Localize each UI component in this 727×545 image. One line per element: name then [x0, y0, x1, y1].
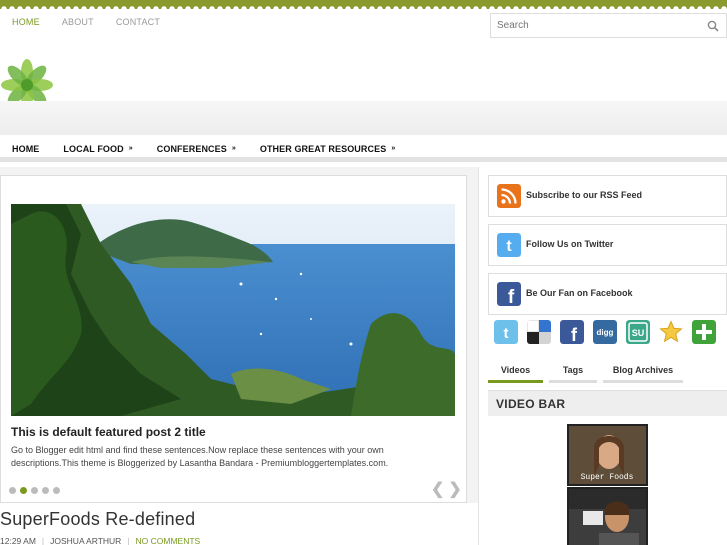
top-decorative-stripe: [0, 0, 727, 9]
submenu-indicator-icon: »: [391, 145, 396, 152]
svg-text:f: f: [508, 287, 515, 306]
add-plus-icon[interactable]: [692, 320, 716, 344]
featured-slider: This is default featured post 2 title Go…: [0, 175, 467, 503]
main-nav-item-conferences[interactable]: CONFERENCES »: [157, 144, 236, 154]
twitter-follow-box[interactable]: t Follow Us on Twitter: [488, 224, 727, 266]
top-nav: HOME ABOUT CONTACT: [12, 17, 182, 27]
meta-separator: |: [41, 536, 45, 545]
featured-slide-image[interactable]: [11, 204, 455, 416]
stumbleupon-icon[interactable]: SU: [626, 320, 650, 344]
facebook-fan-label: Be Our Fan on Facebook: [526, 288, 633, 298]
post-title[interactable]: SuperFoods Re-defined: [0, 509, 195, 530]
main-nav-label: CONFERENCES: [156, 144, 227, 154]
video-thumbnail-image: Super Foods: [569, 426, 646, 484]
tab-tags[interactable]: Tags: [549, 362, 597, 383]
tab-label: Blog Archives: [612, 365, 674, 375]
tab-blog-archives[interactable]: Blog Archives: [603, 362, 683, 383]
slider-dot[interactable]: [31, 487, 38, 494]
video-thumbnail[interactable]: [567, 487, 648, 545]
page: HOME ABOUT CONTACT HOME LOCAL FOOD » CONF…: [0, 0, 727, 545]
slider-dot[interactable]: [42, 487, 49, 494]
submenu-indicator-icon: »: [231, 145, 236, 152]
slider-prev-icon[interactable]: ❮: [431, 482, 444, 498]
svg-text:SU: SU: [632, 328, 645, 338]
slider-next-icon[interactable]: ❯: [448, 482, 461, 498]
slider-dot-active[interactable]: [20, 487, 27, 494]
top-nav-about-link[interactable]: ABOUT: [62, 17, 94, 27]
twitter-follow-label: Follow Us on Twitter: [526, 239, 614, 249]
main-nav-label: OTHER GREAT RESOURCES: [259, 144, 387, 154]
post-meta: 12:29 AM | JOSHUA ARTHUR | NO COMMENTS: [0, 536, 200, 545]
meta-separator: |: [127, 536, 130, 545]
post-comments-link[interactable]: NO COMMENTS: [136, 536, 201, 545]
header-band: [0, 101, 727, 135]
featured-post-description: Go to Blogger edit html and find these s…: [11, 445, 389, 468]
slider-arrows: ❮ ❯: [431, 482, 462, 498]
svg-text:t: t: [506, 238, 512, 255]
facebook-fan-box[interactable]: f Be Our Fan on Facebook: [488, 273, 727, 315]
main-nav-item-local-food[interactable]: LOCAL FOOD »: [63, 144, 132, 154]
svg-text:digg: digg: [597, 328, 614, 337]
featured-post-title[interactable]: This is default featured post 2 title: [11, 425, 206, 439]
post-author[interactable]: JOSHUA ARTHUR: [50, 536, 121, 545]
svg-text:t: t: [504, 325, 509, 342]
search-box: [490, 13, 727, 38]
video-bar-header: VIDEO BAR: [488, 390, 727, 416]
search-icon[interactable]: [707, 20, 719, 32]
digg-icon[interactable]: digg: [593, 320, 617, 344]
video-thumbnail-caption: Super Foods: [581, 473, 634, 482]
sidebar-tabs: Videos Tags Blog Archives: [488, 362, 683, 383]
rss-feed-box[interactable]: Subscribe to our RSS Feed: [488, 175, 727, 217]
slider-pagination: [9, 487, 60, 494]
social-icons-row: t f digg SU: [494, 320, 716, 344]
slider-dot[interactable]: [9, 487, 16, 494]
video-bar-title: VIDEO BAR: [496, 397, 566, 411]
tab-label: Videos: [500, 365, 531, 375]
rss-feed-label: Subscribe to our RSS Feed: [526, 190, 643, 200]
search-input[interactable]: [491, 14, 701, 37]
main-nav-item-other-great-resources[interactable]: OTHER GREAT RESOURCES »: [260, 144, 395, 154]
delicious-icon[interactable]: [527, 320, 551, 344]
top-nav-contact-link[interactable]: CONTACT: [116, 17, 160, 27]
video-thumbnail[interactable]: Super Foods: [567, 424, 648, 486]
facebook-icon[interactable]: f: [560, 320, 584, 344]
video-thumbnail-image: [569, 489, 646, 545]
main-nav-label: HOME: [12, 144, 40, 154]
post-time: 12:29 AM: [0, 536, 36, 545]
twitter-icon[interactable]: t: [494, 320, 518, 344]
top-nav-home-link[interactable]: HOME: [12, 17, 40, 27]
main-nav-label: LOCAL FOOD: [63, 144, 124, 154]
main-nav-item-home[interactable]: HOME: [12, 144, 39, 154]
favorite-star-icon[interactable]: [659, 320, 683, 344]
slider-dot[interactable]: [53, 487, 60, 494]
tab-label: Tags: [562, 365, 584, 375]
submenu-indicator-icon: »: [128, 145, 133, 152]
svg-text:f: f: [571, 325, 578, 344]
twitter-icon: t: [497, 233, 521, 257]
rss-icon: [497, 184, 521, 208]
main-nav: HOME LOCAL FOOD » CONFERENCES » OTHER GREA…: [12, 144, 419, 154]
facebook-icon: f: [497, 282, 521, 306]
tab-videos[interactable]: Videos: [488, 362, 543, 383]
